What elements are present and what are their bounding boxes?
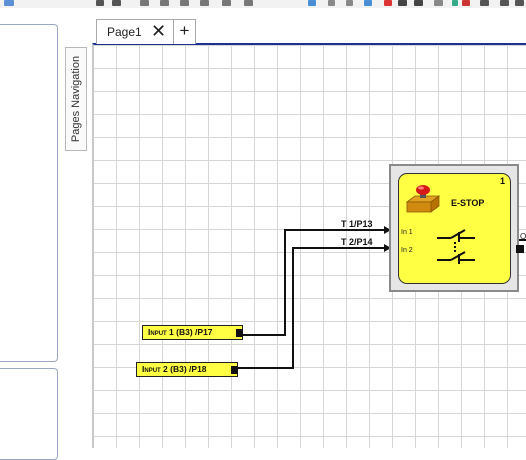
left-panel <box>0 8 58 460</box>
input-block[interactable]: Input 2 (B3) /P18 <box>136 362 238 377</box>
toolbar-icon[interactable] <box>140 0 149 6</box>
toolbar-icon[interactable] <box>480 0 489 6</box>
estop-function-block[interactable]: 1 E-STOP In 1 In 2 <box>389 164 524 292</box>
close-icon[interactable]: ✕ <box>151 21 166 41</box>
toolbar-icon[interactable] <box>200 0 209 6</box>
input-port-label: In 1 <box>401 229 413 236</box>
left-panel-box <box>0 368 58 460</box>
toolbar-icon[interactable] <box>308 0 316 6</box>
toolbar-icon[interactable] <box>180 0 189 6</box>
emergency-stop-button-icon <box>405 185 441 213</box>
output-port-label: O <box>520 232 526 241</box>
estop-body: 1 E-STOP In 1 In 2 <box>398 173 524 284</box>
block-number: 1 <box>499 176 505 186</box>
add-tab-button[interactable]: + <box>174 19 196 44</box>
input-port-label: In 2 <box>401 247 413 254</box>
toolbar-icon[interactable] <box>414 0 423 6</box>
toolbar-icon[interactable] <box>462 0 470 6</box>
toolbar-icon[interactable] <box>96 0 104 6</box>
toolbar-icon[interactable] <box>244 0 253 6</box>
wire-label: T 2/P14 <box>341 237 373 247</box>
toolbar <box>0 0 526 8</box>
block-title: E-STOP <box>451 198 485 208</box>
toolbar-icon[interactable] <box>364 0 372 6</box>
tab-page1[interactable]: Page1 ✕ <box>96 19 174 44</box>
toolbar-icon[interactable] <box>452 0 458 6</box>
toolbar-icon[interactable] <box>328 0 335 6</box>
output-port[interactable] <box>236 329 243 337</box>
input-label: Input 1 (B3) /P17 <box>148 327 213 337</box>
toolbar-icon[interactable] <box>112 0 121 6</box>
tab-label: Page1 <box>107 25 142 39</box>
nc-contact-icon <box>437 229 475 264</box>
toolbar-icon[interactable] <box>500 0 509 6</box>
toolbar-icon[interactable] <box>434 0 443 6</box>
toolbar-icon[interactable] <box>515 0 524 6</box>
toolbar-icon[interactable] <box>384 0 392 6</box>
pages-navigation-label: Pages Navigation <box>70 55 82 143</box>
toolbar-icon[interactable] <box>398 0 407 6</box>
toolbar-icon[interactable] <box>4 0 14 6</box>
toolbar-icon[interactable] <box>160 0 169 6</box>
output-port[interactable] <box>231 366 238 374</box>
wire-label: T 1/P13 <box>341 219 373 229</box>
input-label: Input 2 (B3) /P18 <box>142 364 207 374</box>
toolbar-icon[interactable] <box>346 0 353 6</box>
input-block[interactable]: Input 1 (B3) /P17 <box>142 325 243 340</box>
toolbar-icon[interactable] <box>222 0 231 6</box>
left-panel-box <box>0 24 58 362</box>
pages-navigation-tab[interactable]: Pages Navigation <box>65 47 87 151</box>
output-port[interactable] <box>516 245 524 253</box>
